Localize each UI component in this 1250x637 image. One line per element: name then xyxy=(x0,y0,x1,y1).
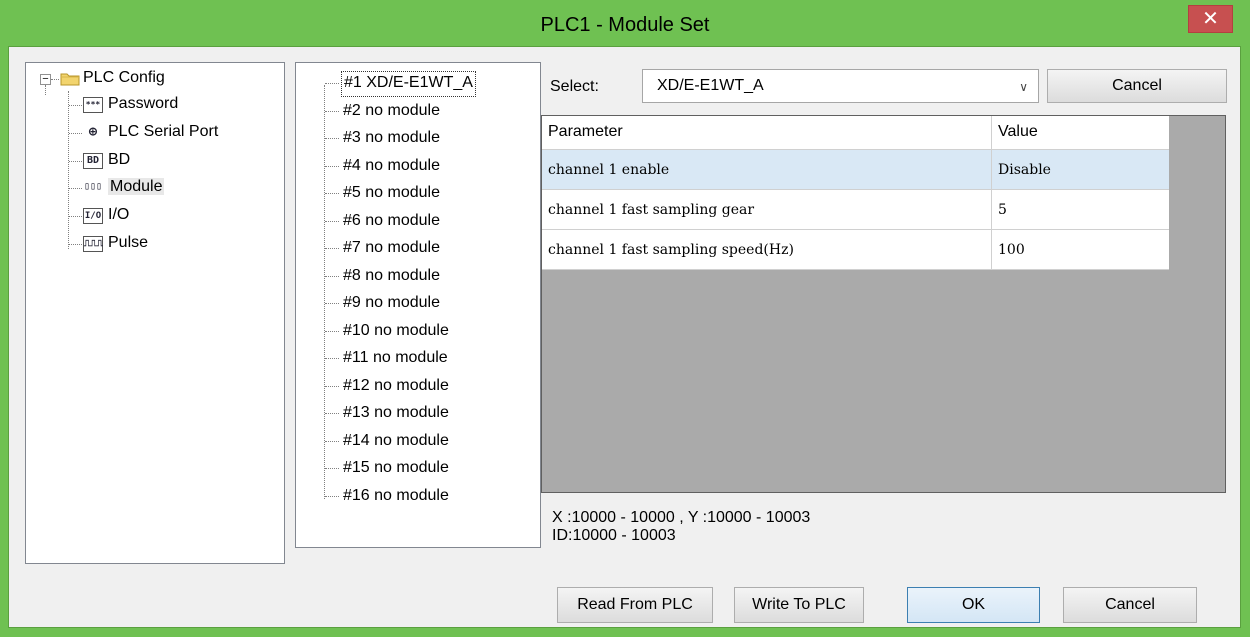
tree-item-module-label: Module xyxy=(108,178,165,195)
cancel-button[interactable]: Cancel xyxy=(1063,587,1197,623)
list-item[interactable]: #9 no module xyxy=(343,291,440,315)
value-cell[interactable]: 100 xyxy=(992,230,1169,269)
value-cell[interactable]: Disable xyxy=(992,150,1169,189)
list-item[interactable]: #16 no module xyxy=(343,484,449,508)
chevron-down-icon[interactable]: ∨ xyxy=(1019,80,1028,94)
select-label: Select: xyxy=(550,78,599,95)
write-to-plc-button[interactable]: Write To PLC xyxy=(734,587,864,623)
select-cancel-button[interactable]: Cancel xyxy=(1047,69,1227,103)
list-item[interactable]: #7 no module xyxy=(343,236,440,260)
list-item[interactable]: #5 no module xyxy=(343,181,440,205)
window-title: PLC1 - Module Set xyxy=(540,14,710,36)
module-type-value: XD/E-E1WT_A xyxy=(657,77,764,94)
module-slot-list[interactable]: #1 XD/E-E1WT_A #2 no module #3 no module #4… xyxy=(295,62,541,548)
dialog-client-area: − PLC Config *** Password ⊕ PLC Serial P… xyxy=(8,46,1241,628)
config-tree[interactable]: − PLC Config *** Password ⊕ PLC Serial P… xyxy=(25,62,285,564)
parameter-grid[interactable]: Parameter Value channel 1 enable Disable… xyxy=(541,115,1226,493)
list-item[interactable]: #10 no module xyxy=(343,319,449,343)
module-icon: ▯▯▯ xyxy=(83,180,103,196)
parameter-cell: channel 1 fast sampling gear xyxy=(542,190,992,229)
list-item[interactable]: #1 XD/E-E1WT_A xyxy=(341,71,476,97)
module-type-select[interactable]: XD/E-E1WT_A ∨ xyxy=(642,69,1039,103)
table-row[interactable]: channel 1 fast sampling gear 5 xyxy=(542,190,1169,230)
pulse-icon: ⎍⎍⎍ xyxy=(83,236,103,252)
parameter-cell: channel 1 fast sampling speed(Hz) xyxy=(542,230,992,269)
column-header-value[interactable]: Value xyxy=(992,116,1169,149)
list-item[interactable]: #11 no module xyxy=(343,346,448,370)
list-item[interactable]: #15 no module xyxy=(343,456,449,480)
list-item[interactable]: #6 no module xyxy=(343,209,440,233)
read-from-plc-button[interactable]: Read From PLC xyxy=(557,587,713,623)
tree-item-plc-serial-port[interactable]: PLC Serial Port xyxy=(108,121,218,143)
tree-item-module[interactable]: Module xyxy=(108,176,165,198)
list-item[interactable]: #3 no module xyxy=(343,126,440,150)
list-item[interactable]: #4 no module xyxy=(343,154,440,178)
column-header-parameter[interactable]: Parameter xyxy=(542,116,992,149)
list-item[interactable]: #14 no module xyxy=(343,429,449,453)
collapse-icon[interactable]: − xyxy=(40,74,51,85)
tree-item-password[interactable]: Password xyxy=(108,93,178,115)
folder-icon xyxy=(60,73,80,86)
bd-icon: BD xyxy=(83,153,103,169)
serial-port-icon: ⊕ xyxy=(83,125,103,141)
list-item[interactable]: #2 no module xyxy=(343,99,440,123)
value-cell[interactable]: 5 xyxy=(992,190,1169,229)
address-info: X :10000 - 10000 , Y :10000 - 10003 ID:1… xyxy=(552,509,810,545)
password-icon: *** xyxy=(83,97,103,113)
parameter-cell: channel 1 enable xyxy=(542,150,992,189)
grid-header-row: Parameter Value xyxy=(542,116,1169,150)
list-item[interactable]: #13 no module xyxy=(343,401,449,425)
list-item[interactable]: #8 no module xyxy=(343,264,440,288)
tree-item-io[interactable]: I/O xyxy=(108,204,129,226)
title-bar[interactable]: PLC1 - Module Set ✕ xyxy=(0,0,1250,46)
module-set-window: PLC1 - Module Set ✕ − PLC Config *** Pas… xyxy=(0,0,1250,637)
ok-button[interactable]: OK xyxy=(907,587,1040,623)
table-row[interactable]: channel 1 fast sampling speed(Hz) 100 xyxy=(542,230,1169,270)
tree-item-pulse[interactable]: Pulse xyxy=(108,232,148,254)
tree-root-plc-config[interactable]: PLC Config xyxy=(83,67,165,89)
table-row[interactable]: channel 1 enable Disable xyxy=(542,150,1169,190)
list-item[interactable]: #12 no module xyxy=(343,374,449,398)
close-button[interactable]: ✕ xyxy=(1188,5,1233,33)
tree-item-bd[interactable]: BD xyxy=(108,149,130,171)
close-icon: ✕ xyxy=(1202,8,1219,30)
address-xy: X :10000 - 10000 , Y :10000 - 10003 xyxy=(552,509,811,526)
io-icon: I/O xyxy=(83,208,103,224)
address-id: ID:10000 - 10003 xyxy=(552,527,676,544)
